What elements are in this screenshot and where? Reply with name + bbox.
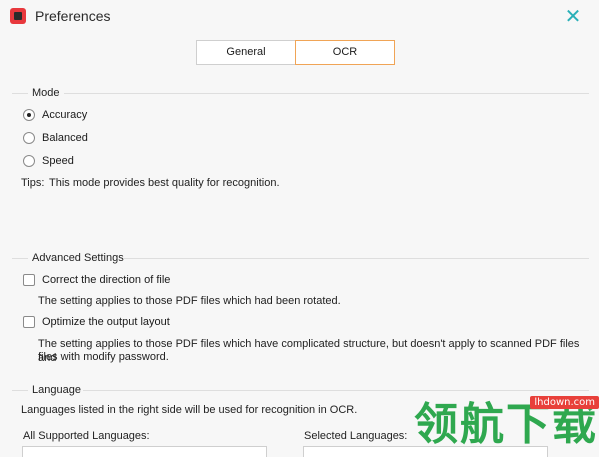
window-title: Preferences (35, 8, 111, 24)
optimize-layout-description-line2: files with modify password. (38, 351, 169, 363)
close-button[interactable]: ✕ (562, 6, 584, 28)
radio-button[interactable] (23, 109, 35, 121)
radio-balanced[interactable]: Balanced (23, 132, 88, 144)
radio-button[interactable] (23, 132, 35, 144)
radio-speed[interactable]: Speed (23, 155, 74, 167)
section-divider (83, 390, 589, 391)
section-divider (12, 390, 28, 391)
checkbox[interactable] (23, 316, 35, 328)
radio-label: Accuracy (42, 109, 88, 121)
tab-general[interactable]: General (196, 40, 296, 65)
checkbox-label: Optimize the output layout (42, 316, 170, 328)
correct-direction-description: The setting applies to those PDF files w… (38, 295, 341, 307)
language-info: Languages listed in the right side will … (21, 404, 358, 416)
checkbox-optimize-layout[interactable]: Optimize the output layout (23, 316, 170, 328)
radio-accuracy[interactable]: Accuracy (23, 109, 87, 121)
radio-button[interactable] (23, 155, 35, 167)
title-bar: Preferences ✕ (0, 0, 599, 34)
checkbox-correct-direction[interactable]: Correct the direction of file (23, 274, 170, 286)
tips-label: Tips: (21, 177, 45, 189)
tab-bar: General OCR (196, 40, 395, 65)
all-supported-languages-list[interactable] (22, 446, 267, 457)
radio-label: Balanced (42, 132, 88, 144)
tab-ocr[interactable]: OCR (295, 40, 395, 65)
all-supported-languages-label: All Supported Languages: (23, 430, 150, 442)
section-divider (12, 93, 28, 94)
watermark: 领航下载 lhdown.com (414, 396, 599, 450)
radio-label: Speed (42, 155, 74, 167)
checkbox-label: Correct the direction of file (42, 274, 171, 286)
app-logo-icon (10, 8, 26, 24)
language-section-title: Language (32, 384, 81, 396)
mode-section-title: Mode (32, 87, 60, 99)
advanced-section-title: Advanced Settings (32, 252, 124, 264)
selected-languages-label: Selected Languages: (304, 430, 408, 442)
section-divider (124, 258, 589, 259)
watermark-url: lhdown.com (530, 396, 599, 409)
section-divider (12, 258, 28, 259)
checkbox[interactable] (23, 274, 35, 286)
section-divider (64, 93, 589, 94)
tips-text: This mode provides best quality for reco… (49, 177, 280, 189)
